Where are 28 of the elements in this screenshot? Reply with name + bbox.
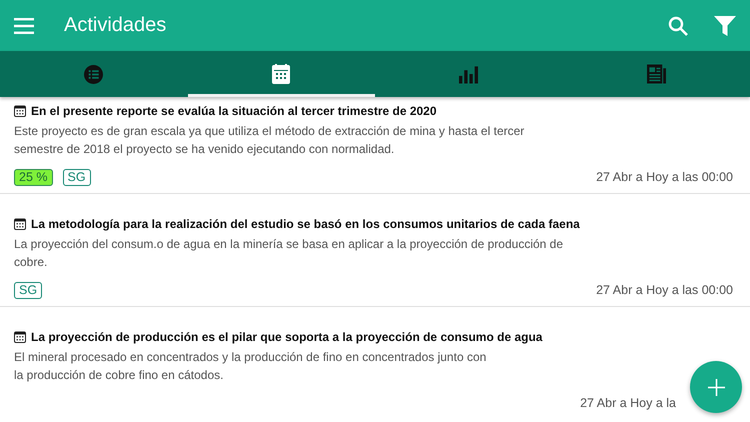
filter-icon[interactable]	[714, 16, 736, 36]
activity-description: Este proyecto es de gran escala ya que utiliza el método de extracción de mina y hasta el tercer	[14, 123, 524, 140]
list-icon	[84, 64, 104, 84]
progress-tag: 25 %	[14, 168, 52, 186]
newspaper-icon	[646, 64, 666, 84]
activity-title: En el presente reporte se evalúa la situación al tercer trimestre de 2020	[31, 104, 437, 118]
activity-description: semestre de 2018 el proyecto se ha venido ejecutando con normalidad.	[14, 141, 394, 158]
date-range: 27 Abr a Hoy a las 00:00	[596, 170, 733, 184]
plus-icon	[708, 378, 724, 396]
calendar-icon	[14, 218, 26, 230]
activity-description: cobre.	[14, 254, 48, 271]
date-range: 27 Abr a Hoy a la	[580, 396, 676, 410]
activity-title: La proyección de producción es el pilar que soporta a la proyección de consumo de agua	[31, 330, 542, 344]
activity-description: El mineral procesado en concentrados y la producción de fino en concentrados junto con	[14, 349, 486, 366]
activity-description: La proyección del consum.o de agua en la minería se basa en aplicar a la proyección de producción de	[14, 236, 564, 253]
add-button[interactable]	[690, 361, 742, 413]
date-range: 27 Abr a Hoy a las 00:00	[596, 283, 733, 297]
code-tag: SG	[14, 282, 42, 298]
bar-chart-icon	[459, 64, 478, 84]
activity-title: La metodología para la realización del estudio se basó en los consumos unitarios de cada faena	[31, 217, 580, 231]
calendar-icon	[271, 64, 292, 84]
menu-icon[interactable]	[14, 18, 34, 34]
calendar-icon	[14, 105, 26, 117]
search-icon[interactable]	[668, 16, 688, 36]
code-tag: SG	[62, 168, 91, 186]
activity-description: la producción de cobre fino en cátodos.	[14, 367, 224, 384]
calendar-icon	[14, 331, 26, 343]
screen-title: Actividades	[64, 14, 168, 37]
